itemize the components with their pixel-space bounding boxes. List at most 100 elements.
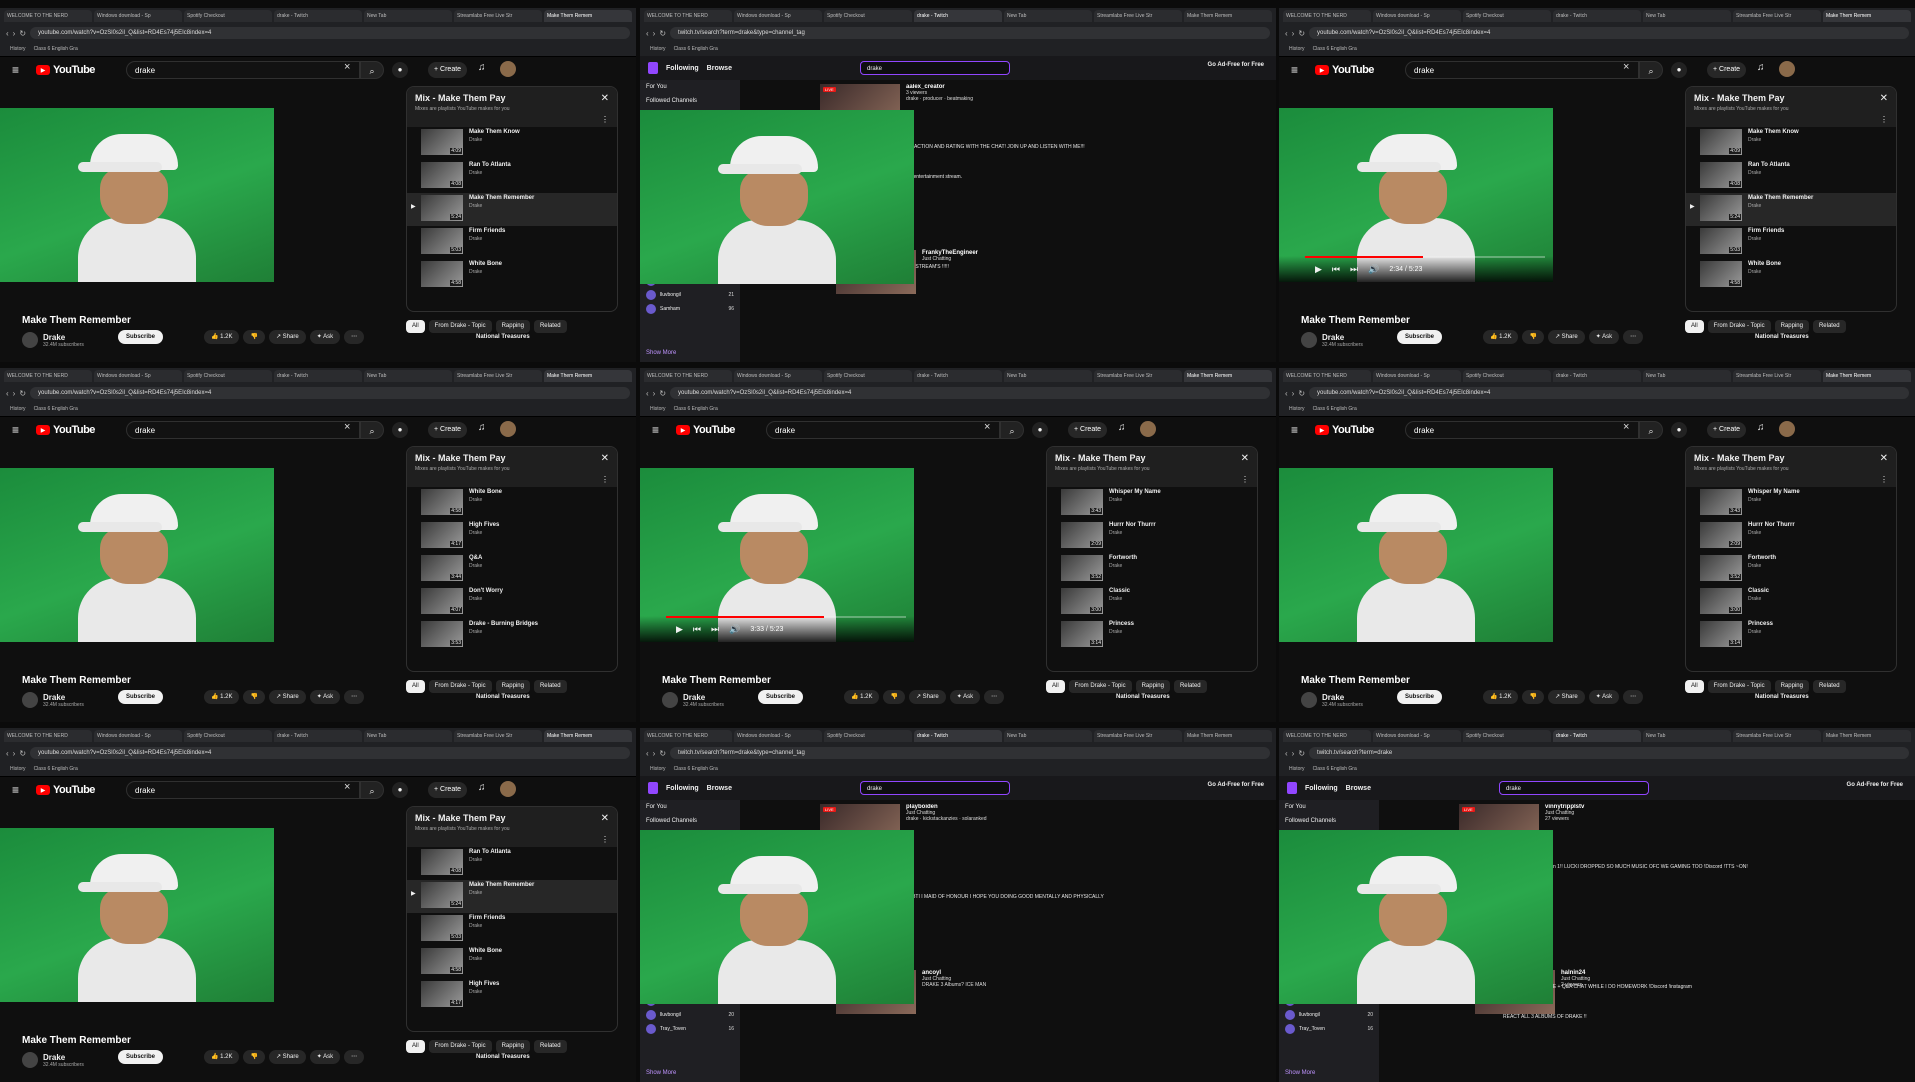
like-button[interactable]: 👍 1.2K xyxy=(204,330,240,344)
bell-icon[interactable]: ♫ xyxy=(478,782,486,793)
reload-icon[interactable]: ↻ xyxy=(19,749,26,758)
video-player[interactable] xyxy=(640,110,914,284)
previous-icon[interactable]: ⏮ xyxy=(693,624,701,635)
like-button[interactable]: 👍 1.2K xyxy=(204,690,240,704)
channel-name[interactable]: Drake xyxy=(1322,693,1363,702)
browser-tab[interactable]: Windows download - Sp xyxy=(94,730,182,742)
avatar[interactable] xyxy=(500,61,516,77)
filter-chip[interactable]: Rapping xyxy=(495,1040,530,1053)
mix-item[interactable]: 3:14 Princess Drake xyxy=(1047,619,1257,652)
more-actions-icon[interactable]: ⋯ xyxy=(1623,690,1644,704)
mic-icon[interactable]: ● xyxy=(392,782,408,798)
menu-icon[interactable]: ≡ xyxy=(12,783,30,797)
more-actions-icon[interactable]: ⋯ xyxy=(344,1050,365,1064)
mix-item[interactable]: 4:58 White Bone Drake xyxy=(1686,259,1896,292)
browser-tab[interactable]: Make Them Remem xyxy=(1823,370,1911,382)
bookmark-item[interactable]: History xyxy=(650,46,666,52)
subscribe-button[interactable]: Subscribe xyxy=(118,690,164,704)
back-icon[interactable]: ‹ xyxy=(6,29,9,38)
close-icon[interactable]: ✕ xyxy=(1880,93,1888,104)
channel-avatar[interactable] xyxy=(1301,692,1317,708)
mix-item[interactable]: 4:17 High Fives Drake xyxy=(407,520,617,553)
close-icon[interactable]: ✕ xyxy=(1880,453,1888,464)
address-bar[interactable]: youtube.com/watch?v=OzSl0s2il_Q&list=RD4… xyxy=(30,27,630,39)
search-input[interactable]: drake xyxy=(1499,781,1649,795)
close-icon[interactable]: ✕ xyxy=(601,813,609,824)
kebab-menu-icon[interactable]: ⋮ xyxy=(1880,115,1888,124)
browser-tab[interactable]: New Tab xyxy=(1004,10,1092,22)
browser-tab[interactable]: drake - Twitch xyxy=(914,10,1002,22)
video-player[interactable] xyxy=(1279,830,1553,1004)
menu-icon[interactable]: ≡ xyxy=(12,63,30,77)
nav-following[interactable]: Following xyxy=(1305,785,1338,792)
bookmark-item[interactable]: History xyxy=(650,766,666,772)
bookmark-item[interactable]: Class 6 English Gra xyxy=(674,766,718,772)
like-button[interactable]: 👍 1.2K xyxy=(1483,330,1519,344)
browser-tab[interactable]: Spotify Checkout xyxy=(824,10,912,22)
mix-item[interactable]: 4:08 Ran To Atlanta Drake xyxy=(1686,160,1896,193)
avatar[interactable] xyxy=(500,421,516,437)
mic-icon[interactable]: ● xyxy=(392,422,408,438)
filter-chip[interactable]: Rapping xyxy=(1774,320,1809,333)
clear-search-icon[interactable]: × xyxy=(344,781,350,793)
address-bar[interactable]: youtube.com/watch?v=OzSl0s2il_Q&list=RD4… xyxy=(670,387,1270,399)
browser-tab[interactable]: Windows download - Sp xyxy=(1373,730,1461,742)
bookmark-item[interactable]: Class 6 English Gra xyxy=(34,46,78,52)
bookmark-item[interactable]: History xyxy=(10,46,26,52)
mix-item[interactable]: ▶ 5:24 Make Them Remember Drake xyxy=(1686,193,1896,226)
bookmark-item[interactable]: Class 6 English Gra xyxy=(674,46,718,52)
youtube-logo[interactable]: ▶ YouTube xyxy=(1315,64,1395,76)
search-input[interactable]: drake xyxy=(860,61,1010,75)
mix-item[interactable]: 2:09 Hurrr Nor Thurrr Drake xyxy=(1047,520,1257,553)
back-icon[interactable]: ‹ xyxy=(646,749,649,758)
ad-free-link[interactable]: Go Ad-Free for Free xyxy=(1847,782,1903,788)
video-player[interactable] xyxy=(1279,468,1553,642)
back-icon[interactable]: ‹ xyxy=(1285,749,1288,758)
browser-tab[interactable]: Spotify Checkout xyxy=(824,730,912,742)
browser-tab[interactable]: Windows download - Sp xyxy=(734,730,822,742)
bookmark-item[interactable]: History xyxy=(10,766,26,772)
create-button[interactable]: + Create xyxy=(428,422,468,438)
nav-following[interactable]: Following xyxy=(666,785,699,792)
filter-chip[interactable]: All xyxy=(406,1040,425,1053)
search-button[interactable]: ⌕ xyxy=(360,61,384,79)
bookmark-item[interactable]: Class 6 English Gra xyxy=(1313,406,1357,412)
avatar[interactable] xyxy=(1140,421,1156,437)
filter-chip[interactable]: Rapping xyxy=(1135,680,1170,693)
avatar[interactable] xyxy=(500,781,516,797)
youtube-logo[interactable]: ▶ YouTube xyxy=(1315,424,1395,436)
show-more-link[interactable]: Show More xyxy=(640,346,682,360)
filter-chip[interactable]: All xyxy=(1685,320,1704,333)
floating-video-player[interactable] xyxy=(1279,830,1553,1004)
dislike-button[interactable]: 👎 xyxy=(1522,690,1544,704)
search-input[interactable]: drake xyxy=(126,781,360,799)
forward-icon[interactable]: › xyxy=(13,389,16,398)
browser-tab[interactable]: Streamlabs Free Live Str xyxy=(1733,10,1821,22)
up-next-item[interactable]: National Treasures xyxy=(1755,694,1809,700)
reload-icon[interactable]: ↻ xyxy=(659,749,666,758)
sidebar-channel[interactable]: Tray_Toven 16 xyxy=(1279,1022,1379,1036)
filter-chip[interactable]: All xyxy=(406,680,425,693)
reload-icon[interactable]: ↻ xyxy=(1298,29,1305,38)
twitch-logo-icon[interactable] xyxy=(1287,782,1297,794)
filter-chip[interactable]: All xyxy=(1685,680,1704,693)
back-icon[interactable]: ‹ xyxy=(6,749,9,758)
dislike-button[interactable]: 👎 xyxy=(1522,330,1544,344)
bell-icon[interactable]: ♫ xyxy=(1118,422,1126,433)
filter-chip[interactable]: From Drake - Topic xyxy=(428,680,492,693)
share-button[interactable]: ↗ Share xyxy=(268,330,306,344)
mix-item[interactable]: ▶ 5:24 Make Them Remember Drake xyxy=(407,193,617,226)
channel-name[interactable]: Drake xyxy=(43,1053,84,1062)
youtube-logo[interactable]: ▶ YouTube xyxy=(36,64,116,76)
sidebar-channel[interactable]: Samham 96 xyxy=(640,302,740,316)
kebab-menu-icon[interactable]: ⋮ xyxy=(1880,475,1888,484)
search-button[interactable]: ⌕ xyxy=(1639,61,1663,79)
floating-video-player[interactable] xyxy=(640,830,914,1004)
create-button[interactable]: + Create xyxy=(428,782,468,798)
play-icon[interactable]: ▶ xyxy=(676,624,683,635)
browser-tab[interactable]: Make Them Remem xyxy=(544,730,632,742)
more-actions-icon[interactable]: ⋯ xyxy=(984,690,1005,704)
dislike-button[interactable]: 👎 xyxy=(883,690,905,704)
browser-tab[interactable]: WELCOME TO THE NERD xyxy=(4,10,92,22)
close-icon[interactable]: ✕ xyxy=(601,93,609,104)
